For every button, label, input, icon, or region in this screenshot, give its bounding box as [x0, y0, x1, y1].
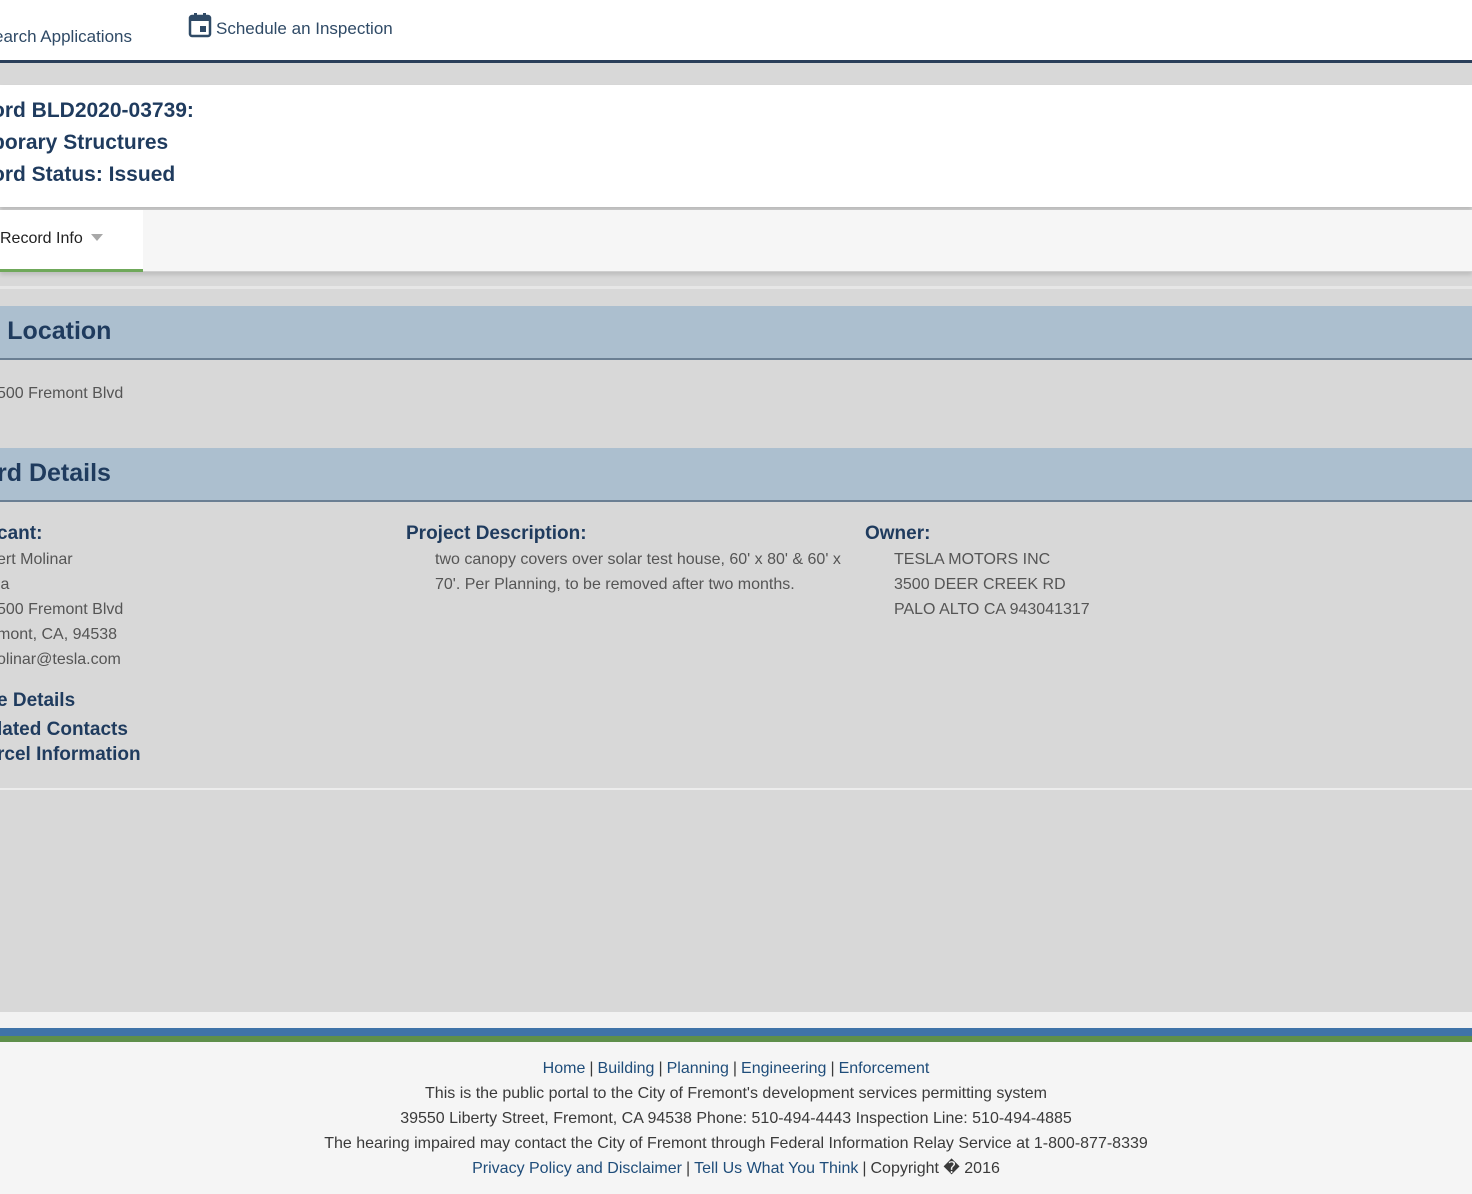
record-details-header: rd Details: [0, 448, 1472, 502]
applicant-email: olinar@tesla.com: [0, 651, 121, 668]
top-navigation: earch Applications Schedule an Inspectio…: [0, 0, 1472, 63]
footer-link-planning[interactable]: Planning: [667, 1060, 729, 1077]
footer-content: Home | Building | Planning | Engineering | Enfor…: [0, 1056, 1472, 1181]
owner-name: TESLA MOTORS INC: [894, 551, 1051, 568]
calendar-icon: [187, 12, 213, 40]
nav-divider-strip: [0, 63, 1472, 85]
record-details-title: rd Details: [0, 459, 111, 487]
tab-record-info[interactable]: Record Info: [0, 210, 143, 272]
project-description-label: Project Description:: [406, 523, 587, 544]
divider: [0, 286, 1472, 289]
applicant-name: ert Molinar: [0, 551, 73, 568]
record-number: ord BLD2020-03739:: [0, 99, 194, 122]
applicant-street: 500 Fremont Blvd: [0, 601, 124, 618]
nav-search-applications[interactable]: earch Applications: [0, 27, 132, 47]
owner-info: TESLA MOTORS INC 3500 DEER CREEK RD PALO…: [894, 547, 1090, 622]
footer-top-strip: [0, 1012, 1472, 1028]
footer-nav: Home | Building | Planning | Engineering | Enfor…: [542, 1060, 930, 1077]
footer-link-enforcement[interactable]: Enforcement: [839, 1060, 930, 1077]
nav-schedule-label: Schedule an Inspection: [216, 19, 393, 38]
footer-link-building[interactable]: Building: [598, 1060, 655, 1077]
record-type: porary Structures: [0, 131, 169, 154]
record-header: ord BLD2020-03739: porary Structures ord…: [0, 85, 1472, 207]
applicant-info: ert Molinar la 500 Fremont Blvd mont, CA…: [0, 547, 123, 672]
tab-record-info-label: Record Info: [0, 230, 83, 247]
work-location-title: : Location: [0, 317, 112, 345]
footer-relay-service: The hearing impaired may contact the Cit…: [324, 1135, 1148, 1152]
tell-us-link[interactable]: Tell Us What You Think: [694, 1160, 858, 1177]
owner-street: 3500 DEER CREEK RD: [894, 576, 1066, 593]
footer: Home | Building | Planning | Engineering | Enfor…: [0, 1028, 1472, 1194]
footer-legal: Privacy Policy and Disclaimer | Tell Us Wh…: [472, 1160, 1000, 1177]
project-description-text: two canopy covers over solar test house,…: [435, 551, 841, 593]
copyright-text: Copyright � 2016: [870, 1160, 1000, 1177]
privacy-policy-link[interactable]: Privacy Policy and Disclaimer: [472, 1160, 682, 1177]
footer-green-bar: [0, 1036, 1472, 1042]
caret-down-icon: [90, 234, 103, 241]
owner-city: PALO ALTO CA 943041317: [894, 601, 1090, 618]
more-details-link[interactable]: e Details: [0, 690, 75, 712]
work-location-address: 500 Fremont Blvd: [0, 385, 124, 402]
footer-address: 39550 Liberty Street, Fremont, CA 94538 …: [400, 1110, 1072, 1127]
parcel-information-link[interactable]: rcel Information: [0, 744, 141, 766]
applicant-label: cant:: [0, 523, 43, 544]
footer-link-home[interactable]: Home: [543, 1060, 586, 1077]
record-status: ord Status: Issued: [0, 163, 176, 186]
footer-portal-description: This is the public portal to the City of…: [425, 1085, 1047, 1102]
nav-schedule-inspection[interactable]: Schedule an Inspection: [187, 12, 393, 40]
footer-link-engineering[interactable]: Engineering: [741, 1060, 826, 1077]
applicant-city: mont, CA, 94538: [0, 626, 118, 643]
applicant-company: la: [0, 576, 10, 593]
work-location-header: : Location: [0, 306, 1472, 360]
details-divider: [0, 788, 1472, 790]
related-contacts-link[interactable]: lated Contacts: [0, 719, 128, 741]
tab-bar: Record Info: [0, 210, 1472, 272]
owner-label: Owner:: [865, 523, 931, 544]
